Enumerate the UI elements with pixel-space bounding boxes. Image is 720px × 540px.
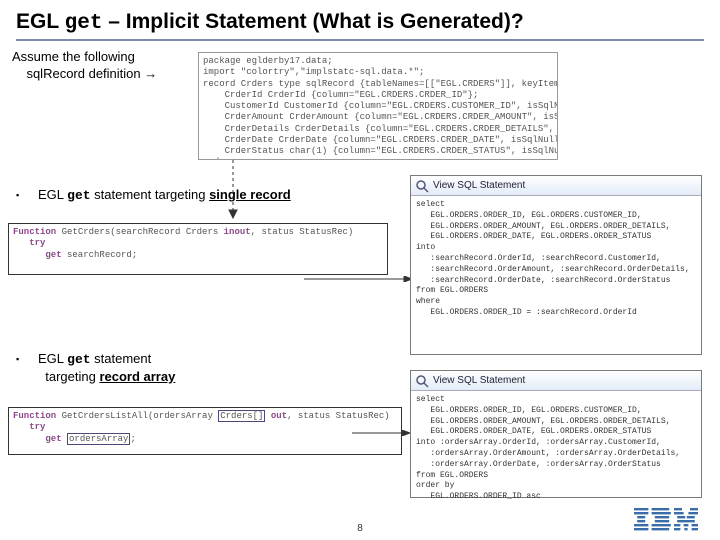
- bullet-mark-icon: ▪: [16, 190, 24, 200]
- cb-t1: GetCrdersListAll(ordersArray: [56, 411, 218, 421]
- b2-l2ul: record array: [99, 369, 175, 384]
- cb-try: try: [29, 422, 45, 432]
- title-rest: – Implicit Statement (What is Generated)…: [102, 10, 523, 33]
- sql-dialog-single: View SQL Statement select EGL.ORDERS.ORD…: [410, 175, 702, 355]
- cb-kw2: out: [271, 411, 287, 421]
- title-mono: get: [65, 12, 103, 35]
- sql-dialog-array: View SQL Statement select EGL.ORDERS.ORD…: [410, 370, 702, 498]
- b1-ul: single record: [209, 187, 291, 202]
- b2-pre: EGL: [38, 351, 67, 366]
- page-number: 8: [0, 523, 720, 534]
- assume-line1: Assume the following: [12, 49, 135, 64]
- sql1-body: select EGL.ORDERS.ORDER_ID, EGL.ORDERS.C…: [411, 196, 701, 323]
- magnifier-icon-2: [415, 374, 429, 388]
- cb-t3: ;: [130, 434, 135, 444]
- arrow-right-icon: →: [144, 66, 157, 81]
- code-get-single: Function GetCrders(searchRecord Crders i…: [8, 223, 388, 275]
- slide-title: EGL get – Implicit Statement (What is Ge…: [16, 10, 704, 41]
- cm-t1: GetCrders(searchRecord Crders: [56, 227, 223, 237]
- b1-mid: statement targeting: [91, 187, 210, 202]
- cb-hl2: ordersArray: [67, 433, 130, 445]
- cb-hl1: Crders[]: [218, 410, 265, 422]
- b1-mono: get: [67, 188, 90, 203]
- cm-t3: searchRecord;: [62, 250, 138, 260]
- cb-get: get: [45, 434, 61, 444]
- dashed-arrow-down-icon: [228, 160, 238, 220]
- sql2-title: View SQL Statement: [433, 375, 525, 386]
- b2-mono: get: [67, 352, 90, 367]
- sql-dialog-titlebar: View SQL Statement: [411, 176, 701, 196]
- cm-t2: , status StatusRec): [251, 227, 354, 237]
- bullet-mark-icon-2: ▪: [16, 354, 24, 364]
- code-get-array: Function GetCrdersListAll(ordersArray Cr…: [8, 407, 402, 455]
- cm-kw2: inout: [224, 227, 251, 237]
- assume-line2: sqlRecord definition: [26, 66, 144, 81]
- cb-kw1: Function: [13, 411, 56, 421]
- magnifier-icon: [415, 179, 429, 193]
- ibm-logo-icon: [634, 508, 698, 534]
- b2-mid: statement: [91, 351, 152, 366]
- cm-get: get: [45, 250, 61, 260]
- arrow-right-icon-2: [352, 430, 412, 436]
- cm-try: try: [29, 238, 45, 248]
- code-record-definition: package eglderby17.data; import "colortr…: [198, 52, 558, 160]
- b2-l2pre: targeting: [45, 369, 99, 384]
- sql2-body: select EGL.ORDERS.ORDER_ID, EGL.ORDERS.C…: [411, 391, 701, 507]
- cm-kw1: Function: [13, 227, 56, 237]
- cb-t2: , status StatusRec): [287, 411, 390, 421]
- b1-pre: EGL: [38, 187, 67, 202]
- sql2-titlebar: View SQL Statement: [411, 371, 701, 391]
- sql1-title: View SQL Statement: [433, 180, 525, 191]
- title-prefix: EGL: [16, 10, 65, 33]
- arrow-right-icon-1: [304, 276, 414, 282]
